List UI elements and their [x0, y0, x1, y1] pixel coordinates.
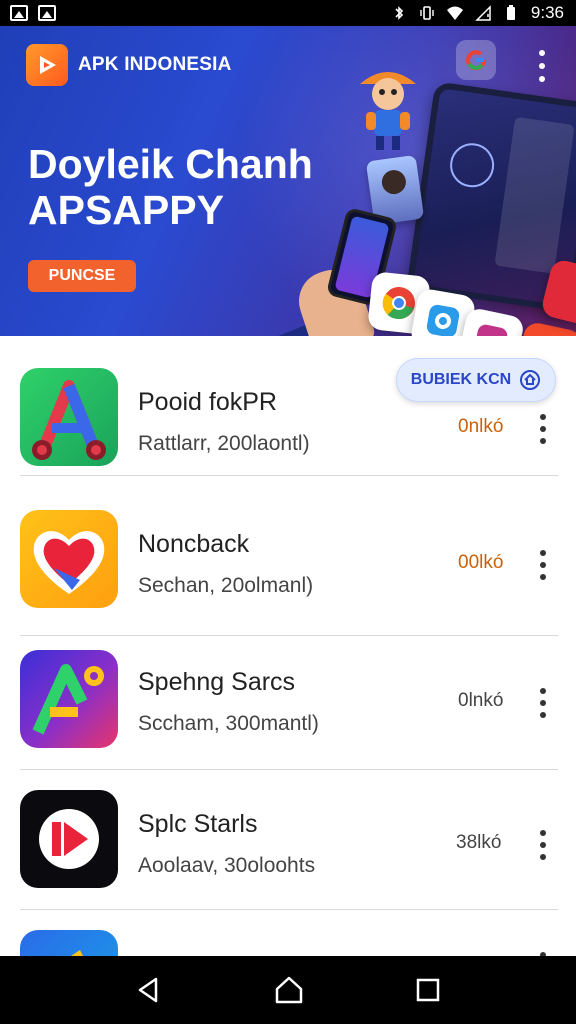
- app-name: Spehng Sarcs: [138, 668, 296, 696]
- banner-title-line2: APSAPPY: [28, 187, 224, 233]
- promo-banner[interactable]: APK INDONESIA Doyleik Chanh APSAPPY PUNC…: [0, 26, 576, 336]
- play-icon: [20, 790, 118, 888]
- app-meta: 38lkó: [456, 832, 502, 853]
- banner-title-line1: Doyleik Chanh: [28, 141, 313, 187]
- wifi-icon: [446, 6, 463, 20]
- banner-cta-button[interactable]: PUNCSE: [28, 260, 136, 292]
- brand: APK INDONESIA: [26, 44, 232, 86]
- divider: [20, 475, 558, 476]
- banner-title: Doyleik Chanh APSAPPY: [28, 141, 313, 233]
- recents-icon[interactable]: [414, 976, 442, 1004]
- banner-menu-icon[interactable]: [532, 50, 552, 82]
- overflow-menu-icon[interactable]: [538, 830, 548, 860]
- status-right: 9:36: [391, 3, 564, 23]
- app-list: Pooid fokPR Rattlarr, 200laontl) BUBIEK …: [0, 336, 576, 956]
- app-name: Pooid fokPR: [138, 388, 277, 416]
- brand-logo-icon: [26, 44, 68, 86]
- navigation-bar: [0, 956, 576, 1024]
- overflow-menu-icon[interactable]: [538, 688, 548, 718]
- app-meta: 0nlkó: [458, 416, 504, 437]
- app-name: Noncback: [138, 530, 250, 558]
- a-star-icon: [20, 650, 118, 748]
- install-button-label: BUBIEK KCN: [410, 371, 512, 388]
- status-time: 9:36: [530, 3, 564, 22]
- google-icon: [456, 40, 496, 80]
- a-letter-icon: [20, 368, 118, 466]
- app-meta: 00lkó: [458, 552, 504, 573]
- no-sim-icon: [475, 5, 491, 21]
- list-item[interactable]: Splc Starls Aoolaav, 30oloohts 38lkó: [0, 772, 576, 912]
- overflow-menu-icon[interactable]: [538, 414, 548, 444]
- partial-app-icon: [20, 930, 118, 956]
- battery-icon: [506, 5, 515, 20]
- home-icon[interactable]: [273, 975, 305, 1005]
- image-icon: [10, 5, 28, 21]
- app-meta: 0lnkó: [458, 690, 504, 711]
- back-icon[interactable]: [134, 975, 164, 1005]
- vibrate-icon: [420, 6, 434, 20]
- install-button[interactable]: BUBIEK KCN: [396, 358, 556, 402]
- status-bar: 9:36: [0, 0, 576, 26]
- status-left: [10, 5, 56, 21]
- list-item[interactable]: Spehng Sarcs Sccham, 300mantl) 0lnkó: [0, 632, 576, 772]
- app-subtitle: Sechan, 20olmanl): [138, 574, 314, 597]
- list-item[interactable]: [0, 912, 576, 956]
- bluetooth-icon: [395, 6, 404, 20]
- mascot-icon: [360, 72, 416, 150]
- app-subtitle: Sccham, 300mantl): [138, 712, 319, 735]
- overflow-menu-icon[interactable]: [538, 550, 548, 580]
- list-item[interactable]: Pooid fokPR Rattlarr, 200laontl) BUBIEK …: [0, 336, 576, 476]
- divider: [20, 769, 558, 770]
- gallery-icon: [38, 5, 56, 21]
- divider: [20, 909, 558, 910]
- home-circle-icon: [520, 370, 541, 390]
- app-subtitle: Aoolaav, 30oloohts: [138, 854, 316, 877]
- list-item[interactable]: Noncback Sechan, 20olmanl) 00lkó: [0, 490, 576, 636]
- heart-icon: [20, 510, 118, 608]
- app-subtitle: Rattlarr, 200laontl): [138, 432, 310, 455]
- orange-app-icon: [514, 320, 576, 336]
- brand-name: APK INDONESIA: [78, 54, 232, 75]
- app-name: Splc Starls: [138, 810, 258, 838]
